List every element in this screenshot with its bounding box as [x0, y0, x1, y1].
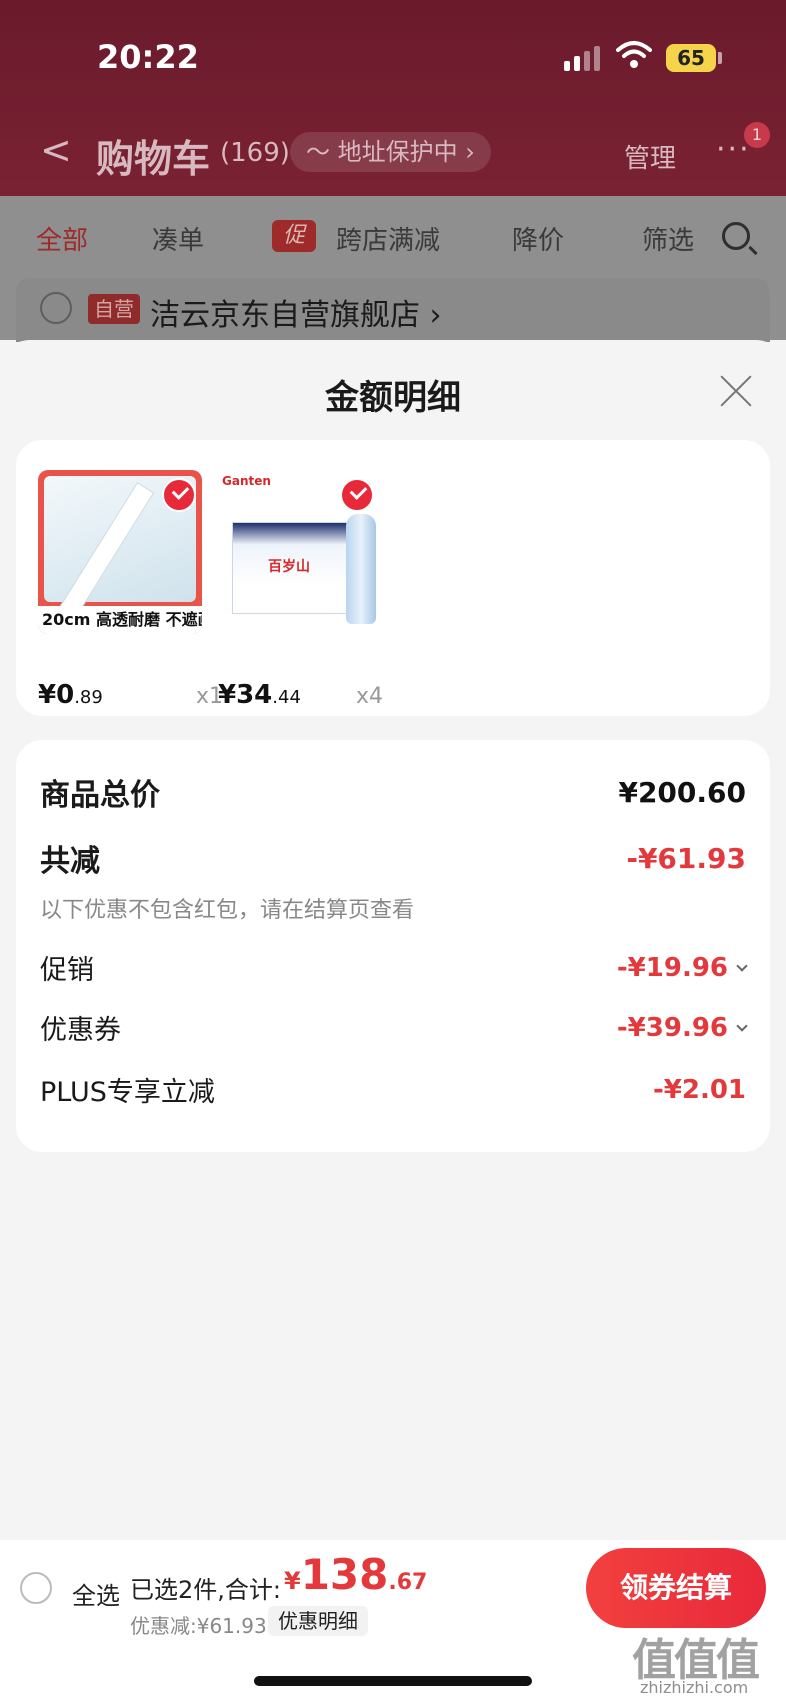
price-decimal: .44: [272, 687, 301, 708]
battery-icon: 65: [666, 44, 716, 72]
back-icon[interactable]: <: [40, 128, 72, 172]
total-price-row: 商品总价 ¥200.60: [40, 770, 746, 814]
total-price-value: ¥200.60: [618, 775, 746, 809]
price-integer: ¥0: [38, 680, 75, 710]
total-price-label: 商品总价: [40, 778, 160, 813]
chevron-right-icon: ›: [429, 298, 442, 333]
home-indicator[interactable]: [254, 1676, 532, 1686]
store-name-label: 洁云京东自营旗舰店: [150, 298, 420, 333]
tab-all[interactable]: 全部: [36, 220, 88, 257]
select-all-label[interactable]: 全选: [72, 1576, 120, 1611]
checked-icon[interactable]: [162, 478, 196, 512]
reduce-row: 共减 -¥61.93: [40, 836, 746, 880]
coupon-row[interactable]: 优惠券 -¥39.96: [40, 1008, 748, 1047]
checked-icon[interactable]: [340, 478, 374, 512]
total-currency: ¥: [284, 1567, 301, 1595]
store-name[interactable]: 洁云京东自营旗舰店 ›: [150, 290, 442, 334]
cart-count: (169): [220, 138, 290, 168]
checkout-button[interactable]: 领券结算: [586, 1548, 766, 1628]
promotion-row[interactable]: 促销 -¥19.96: [40, 948, 748, 987]
selected-summary: 已选2件,合计:: [130, 1576, 281, 1604]
status-time: 20:22: [97, 38, 199, 76]
promo-badge: 促: [272, 220, 316, 252]
saved-amount: 优惠减:¥61.93: [130, 1614, 267, 1638]
plus-discount-row: PLUS专享立减 -¥2.01: [40, 1070, 746, 1109]
plus-discount-label: PLUS专享立减: [40, 1077, 215, 1108]
total-amount: ¥138.67: [284, 1550, 427, 1599]
box-brand-cn: 百岁山: [268, 559, 310, 575]
promotion-label: 促销: [40, 955, 94, 986]
address-protection-pill[interactable]: 〜 地址保护中 ›: [290, 132, 491, 172]
ruler-caption: 20cm 高透耐磨 不遮画面: [38, 606, 202, 634]
product-quantity: x4: [356, 684, 384, 709]
page-title: 购物车: [96, 137, 211, 181]
signal-icon: [564, 46, 600, 71]
store-checkbox[interactable]: [40, 292, 72, 324]
address-pill-label: 地址保护中: [337, 138, 458, 166]
coupon-value: -¥39.96: [616, 1012, 728, 1043]
shield-icon: 〜: [306, 138, 330, 166]
self-operated-badge: 自营: [88, 294, 140, 324]
tab-combine[interactable]: 凑单: [152, 220, 204, 257]
product-price: ¥0.89: [38, 680, 103, 710]
wifi-icon: [616, 41, 652, 68]
select-all-checkbox[interactable]: [20, 1572, 52, 1604]
total-decimal: .67: [388, 1570, 428, 1595]
reduce-value: -¥61.93: [626, 841, 746, 875]
chevron-down-icon: [736, 1019, 748, 1032]
tab-cross-store[interactable]: 跨店满减: [336, 220, 440, 257]
discount-note: 以下优惠不包含红包，请在结算页查看: [40, 898, 415, 923]
close-icon[interactable]: [718, 372, 754, 408]
summary-card: 商品总价 ¥200.60 共减 -¥61.93 以下优惠不包含红包，请在结算页查…: [16, 740, 770, 1152]
products-card: 20cm 高透耐磨 不遮画面 ¥0.89 x1 Ganten 百岁山 ¥34.4…: [16, 440, 770, 716]
tab-price-drop[interactable]: 降价: [512, 220, 564, 257]
price-integer: ¥34: [218, 680, 273, 710]
chevron-down-icon: [736, 959, 748, 972]
search-icon[interactable]: [722, 222, 750, 250]
promotion-value: -¥19.96: [616, 952, 728, 983]
watermark-url: zhizhizhi.com: [640, 1678, 749, 1697]
reduce-label: 共减: [40, 844, 100, 879]
manage-button[interactable]: 管理: [624, 138, 676, 175]
chevron-right-icon: ›: [465, 138, 475, 166]
battery-tip: [718, 52, 722, 64]
water-bottle-graphic: [346, 514, 376, 624]
sheet-title: 金额明细: [325, 378, 461, 418]
message-badge: 1: [744, 122, 770, 148]
ganten-logo: Ganten: [222, 474, 271, 488]
price-decimal: .89: [74, 687, 103, 708]
tab-filter[interactable]: 筛选: [642, 220, 694, 257]
product-price: ¥34.44: [218, 680, 301, 710]
total-integer: 138: [300, 1550, 389, 1599]
discount-detail-button[interactable]: 优惠明细: [268, 1606, 368, 1636]
plus-discount-value: -¥2.01: [652, 1074, 746, 1105]
coupon-label: 优惠券: [40, 1015, 121, 1046]
